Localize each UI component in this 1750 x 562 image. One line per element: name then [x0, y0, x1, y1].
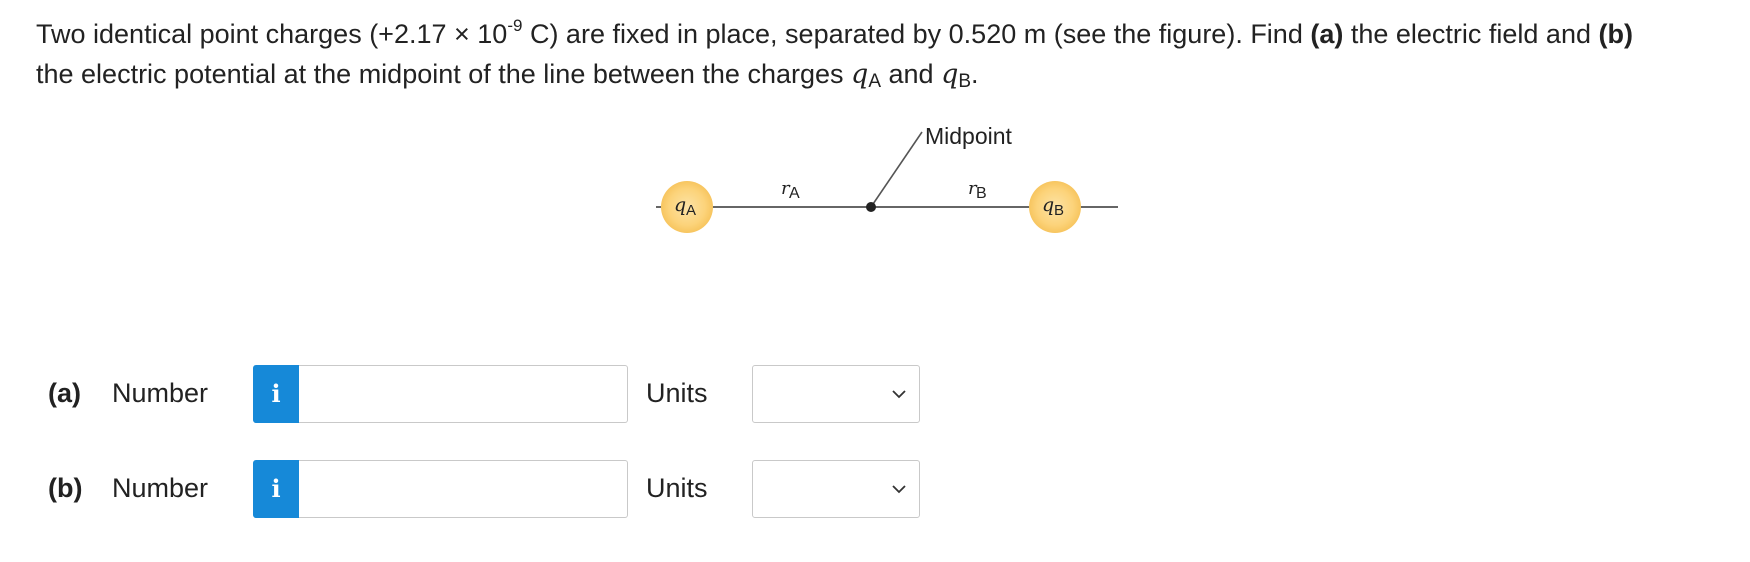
number-input-b[interactable] — [299, 460, 628, 518]
part-a-label: (a) — [48, 378, 81, 408]
units-select-b[interactable] — [752, 460, 920, 518]
charge-b-symbol: q — [1042, 194, 1054, 216]
chevron-down-icon — [892, 390, 906, 399]
charges-figure: Midpoint r A r B q A q B — [0, 0, 1750, 300]
chevron-down-icon — [892, 485, 906, 494]
info-icon[interactable]: i — [253, 365, 299, 423]
number-label: Number — [112, 378, 209, 408]
answer-row-a: (a) Number i Units — [0, 364, 1750, 424]
part-b-label: (b) — [48, 473, 83, 503]
units-select-a[interactable] — [752, 365, 920, 423]
midpoint-dot — [866, 202, 876, 212]
midpoint-label: Midpoint — [925, 123, 1013, 149]
rb-subscript: B — [976, 185, 987, 202]
figure-svg: Midpoint r A r B q A q B — [656, 123, 1118, 233]
midpoint-pointer-line — [870, 131, 923, 208]
answer-row-b: (b) Number i Units — [0, 459, 1750, 519]
info-icon[interactable]: i — [253, 460, 299, 518]
number-label: Number — [112, 473, 209, 503]
charge-a-subscript: A — [686, 202, 696, 219]
charge-a-symbol: q — [674, 194, 686, 216]
ra-subscript: A — [789, 185, 800, 202]
number-input-a[interactable] — [299, 365, 628, 423]
units-label: Units — [646, 378, 708, 408]
charge-b-subscript: B — [1054, 202, 1064, 219]
units-label: Units — [646, 473, 708, 503]
